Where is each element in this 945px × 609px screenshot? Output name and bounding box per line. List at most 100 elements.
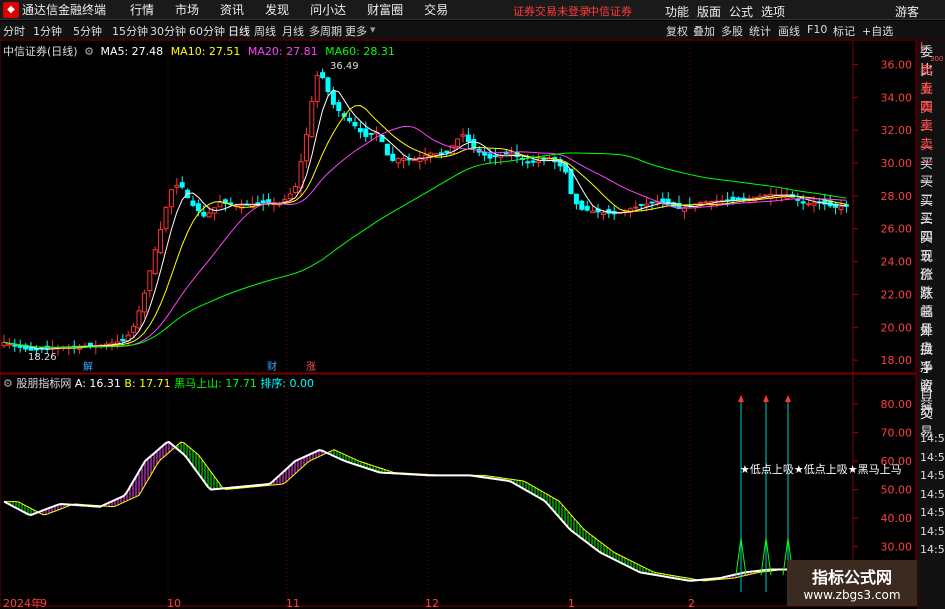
- f10-button[interactable]: F10: [807, 23, 827, 36]
- candle-body: [120, 339, 126, 342]
- broker-name[interactable]: 中信证券: [588, 3, 632, 19]
- ytick-label-9: 18.00: [881, 354, 913, 367]
- multi-stock-button[interactable]: 多股: [721, 23, 743, 39]
- mark-button[interactable]: 标记: [833, 23, 855, 39]
- indicator-frame: [0, 373, 917, 607]
- candle-body: [703, 201, 709, 204]
- marker-limit-up[interactable]: 涨: [306, 361, 316, 373]
- chart-canvas[interactable]: 36.00 34.00 32.00 30.00 28.00 26.00 24.00 22.00…: [0, 40, 917, 609]
- stats-button[interactable]: 统计: [749, 23, 771, 39]
- candle-body: [444, 150, 450, 154]
- x-axis: 2024年9 10 11 12 1 2: [3, 596, 695, 609]
- period-30min[interactable]: 30分钟: [150, 23, 186, 39]
- candle-body: [287, 193, 293, 200]
- draw-button[interactable]: 画线: [778, 23, 800, 39]
- candle-body: [363, 128, 369, 137]
- menu-quotes[interactable]: 行情: [130, 1, 154, 18]
- marker-finance[interactable]: 财: [267, 360, 277, 373]
- candle-body: [509, 153, 515, 156]
- period-intraday[interactable]: 分时: [3, 23, 25, 39]
- menu-ask[interactable]: 问小达: [310, 1, 346, 18]
- menu-guest[interactable]: 游客: [895, 3, 919, 20]
- candle-body: [390, 153, 396, 161]
- candle-body: [395, 158, 401, 164]
- watermark-title: 指标公式网: [811, 568, 892, 587]
- candle-body: [6, 343, 12, 346]
- ma60-line: [3, 152, 847, 348]
- candle-body: [584, 205, 590, 211]
- period-15min[interactable]: 15分钟: [112, 23, 148, 39]
- candle-body: [811, 202, 817, 206]
- menu-formula[interactable]: 公式: [729, 3, 753, 20]
- period-bar: 分时 1分钟 5分钟 15分钟 30分钟 60分钟 日线 周线 月线 多周期 更…: [0, 21, 945, 40]
- menu-trade[interactable]: 交易: [424, 1, 448, 18]
- candle-body: [368, 132, 374, 135]
- ma10-line: [3, 105, 847, 349]
- ytick-label-4: 28.00: [881, 190, 913, 203]
- candle-body: [487, 153, 493, 159]
- candle-body: [12, 344, 18, 347]
- side-time-3: 14:56: [920, 487, 945, 501]
- signal-arrow-icon: [785, 395, 791, 402]
- ind-b-line: [4, 441, 851, 582]
- candle-body: [698, 201, 704, 205]
- menu-news[interactable]: 资讯: [220, 1, 244, 18]
- overlay-button[interactable]: 叠加: [693, 23, 715, 39]
- menu-discover[interactable]: 发现: [265, 1, 289, 18]
- period-60min[interactable]: 60分钟: [189, 23, 225, 39]
- menu-options[interactable]: 选项: [761, 3, 785, 20]
- candle-body: [147, 270, 153, 292]
- indicator-lines: [3, 395, 851, 592]
- marker-unlock[interactable]: 解: [83, 360, 93, 373]
- candle-body: [460, 134, 466, 137]
- candle-body: [152, 249, 158, 275]
- period-weekly[interactable]: 周线: [254, 23, 276, 39]
- candle-body: [293, 186, 299, 194]
- candle-body: [179, 182, 185, 188]
- candle-body: [401, 157, 407, 161]
- period-more[interactable]: 更多: [345, 23, 367, 39]
- candle-body: [406, 158, 412, 161]
- low-price-label: 18.26: [28, 352, 57, 363]
- ind-ytick-label-3: 50.00: [881, 484, 913, 497]
- menu-layout[interactable]: 版面: [697, 3, 721, 20]
- candle-body: [536, 160, 542, 164]
- candle-body: [357, 128, 363, 133]
- watermark: 指标公式网 www.zbgs3.com: [787, 560, 917, 606]
- candle-body: [298, 161, 304, 189]
- candle-body: [411, 159, 417, 162]
- adjust-button[interactable]: 复权: [666, 23, 688, 39]
- add-watchlist-button[interactable]: +自选: [862, 23, 893, 39]
- xaxis-label-1: 9: [40, 597, 47, 609]
- candle-body: [573, 193, 579, 205]
- side-time-4: 14:56: [920, 506, 945, 519]
- ind-ytick-label-1: 70.00: [881, 427, 913, 440]
- candle-body: [174, 184, 180, 188]
- candle-body: [260, 200, 266, 204]
- xaxis-label-3: 11: [286, 597, 300, 609]
- candle-body: [735, 197, 741, 201]
- menu-market[interactable]: 市场: [175, 1, 199, 18]
- more-chevron-icon[interactable]: ▾: [370, 23, 376, 36]
- period-multi[interactable]: 多周期: [309, 23, 342, 39]
- signal-arrow-icon: [763, 395, 769, 402]
- candle-body: [471, 139, 477, 149]
- ma5-line: [3, 89, 847, 350]
- candle-body: [590, 210, 596, 214]
- period-daily[interactable]: 日线: [228, 23, 250, 39]
- side-time-0: 14:56: [920, 432, 945, 445]
- ytick-label-5: 26.00: [881, 223, 913, 236]
- ytick-label-6: 24.00: [881, 256, 913, 269]
- period-1min[interactable]: 1分钟: [33, 23, 62, 39]
- candle-body: [201, 211, 207, 217]
- menu-function[interactable]: 功能: [665, 3, 689, 20]
- candle-body: [492, 155, 498, 158]
- period-5min[interactable]: 5分钟: [73, 23, 102, 39]
- menu-wealth[interactable]: 财富圈: [367, 1, 403, 18]
- candle-body: [800, 201, 806, 204]
- login-status[interactable]: 证券交易未登录: [513, 3, 590, 19]
- period-monthly[interactable]: 月线: [282, 23, 304, 39]
- candle-body: [87, 342, 93, 347]
- candle-body: [314, 75, 320, 102]
- side-time-6: 14:56: [920, 543, 945, 556]
